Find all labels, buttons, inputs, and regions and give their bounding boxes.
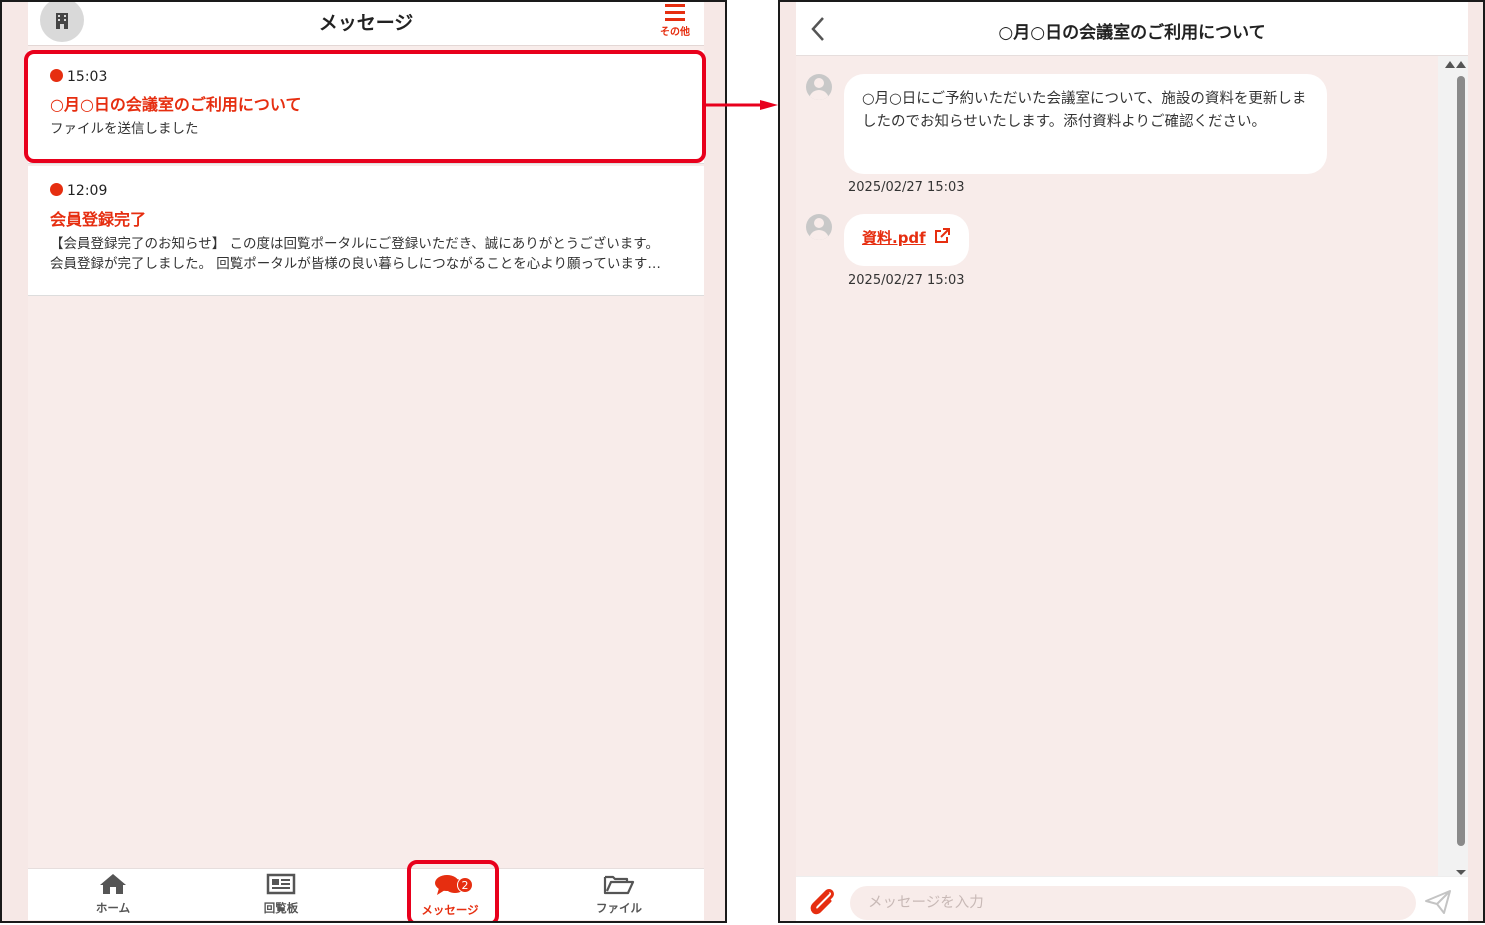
scroll-up-arrow[interactable]: [1456, 61, 1466, 68]
message-preview: 会員登録が完了しました。 回覧ポータルが皆様の良い暮らしにつながることを心より願…: [50, 256, 661, 272]
message-timestamp: 2025/02/27 15:03: [848, 180, 965, 195]
hamburger-icon: [658, 4, 692, 21]
top-bar: ○月○日の会議室のご利用について: [796, 2, 1468, 56]
file-link[interactable]: 資料.pdf: [862, 229, 926, 247]
message-time-row: 12:09: [50, 183, 107, 199]
newspaper-icon: [266, 873, 296, 895]
message-title: 会員登録完了: [50, 210, 147, 229]
unread-dot: [50, 183, 63, 196]
nav-home[interactable]: ホーム: [63, 873, 163, 916]
scroll-down-arrow[interactable]: [1456, 870, 1466, 875]
message-list-item[interactable]: 12:09 会員登録完了 【会員登録完了のお知らせ】 この度は回覧ポータルにご登…: [28, 166, 704, 296]
menu-label: その他: [660, 27, 690, 38]
message-timestamp: 2025/02/27 15:03: [848, 273, 965, 288]
screen-margin: [1468, 2, 1483, 921]
screen-margin: [704, 2, 725, 921]
message-input[interactable]: [850, 886, 1416, 920]
scrollbar[interactable]: [1438, 56, 1468, 876]
page-title: ○月○日の会議室のご利用について: [998, 23, 1266, 43]
scrollbar-thumb[interactable]: [1457, 76, 1465, 846]
scroll-up-arrow[interactable]: [1445, 61, 1455, 68]
nav-files[interactable]: ファイル: [569, 873, 669, 916]
send-icon[interactable]: [1424, 889, 1452, 915]
sender-avatar: [806, 74, 832, 100]
message-time: 12:09: [67, 183, 108, 199]
nav-label: 回覧板: [263, 901, 299, 915]
menu-button[interactable]: その他: [658, 4, 692, 38]
message-detail-app: ○月○日の会議室のご利用について ○月○日にご予約いただいた会議室について、施設…: [796, 2, 1468, 921]
message-detail-screen: ○月○日の会議室のご利用について ○月○日にご予約いただいた会議室について、施設…: [778, 0, 1485, 923]
folder-open-icon: [603, 875, 635, 895]
highlight-box: [24, 50, 706, 163]
top-bar: メッセージ その他: [28, 2, 704, 46]
file-bubble: 資料.pdf: [844, 214, 969, 266]
message-bubble: ○月○日にご予約いただいた会議室について、施設の資料を更新しましたのでお知らせい…: [844, 74, 1327, 174]
page-title: メッセージ: [318, 12, 414, 34]
paperclip-icon[interactable]: [808, 887, 836, 917]
message-list-screen: メッセージ その他 15:03 ○月○日の会議室のご利用について ファイルを送信…: [0, 0, 727, 923]
nav-label: ホーム: [95, 901, 131, 915]
highlight-box: [407, 860, 499, 921]
nav-label: ファイル: [596, 901, 642, 915]
screen-margin: [780, 2, 796, 921]
sender-avatar: [806, 214, 832, 240]
arrow-icon: [703, 100, 778, 110]
message-preview: 【会員登録完了のお知らせ】 この度は回覧ポータルにご登録いただき、誠にありがとう…: [50, 236, 659, 252]
bottom-nav: ホーム 回覧板 2 メッセージ ファイル: [28, 868, 704, 920]
external-link-icon[interactable]: [934, 228, 951, 244]
compose-bar: [796, 876, 1468, 921]
home-icon: [100, 874, 126, 894]
nav-circular[interactable]: 回覧板: [231, 873, 331, 916]
